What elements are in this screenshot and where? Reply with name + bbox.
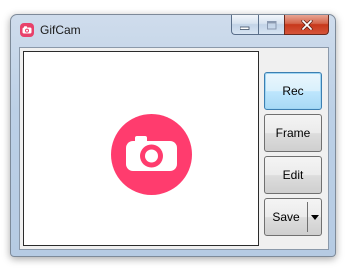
close-button[interactable]	[284, 15, 329, 35]
maximize-icon	[266, 15, 277, 34]
edit-button[interactable]: Edit	[264, 156, 322, 194]
save-button[interactable]: Save	[265, 199, 307, 235]
save-dropdown-button[interactable]	[308, 199, 322, 235]
rec-button[interactable]: Rec	[264, 72, 322, 110]
save-split-button: Save	[264, 198, 322, 236]
minimize-button[interactable]	[231, 15, 258, 35]
client-area: Rec Frame Edit Save	[19, 47, 329, 250]
maximize-button[interactable]	[258, 15, 284, 35]
window-title: GifCam	[40, 23, 81, 37]
minimize-icon	[239, 15, 250, 34]
chevron-down-icon	[311, 214, 319, 220]
rec-button-label: Rec	[282, 84, 304, 98]
caption-buttons	[231, 15, 329, 35]
save-button-label: Save	[272, 210, 300, 224]
title-bar[interactable]: GifCam	[11, 15, 335, 43]
camera-icon	[111, 114, 192, 195]
close-icon	[300, 15, 313, 34]
frame-button-label: Frame	[275, 126, 311, 140]
frame-button[interactable]: Frame	[264, 114, 322, 152]
camera-icon	[20, 23, 34, 37]
capture-area[interactable]	[23, 51, 259, 246]
gifcam-window: GifCam Rec Frame Edit Save	[10, 14, 336, 257]
edit-button-label: Edit	[282, 168, 304, 182]
